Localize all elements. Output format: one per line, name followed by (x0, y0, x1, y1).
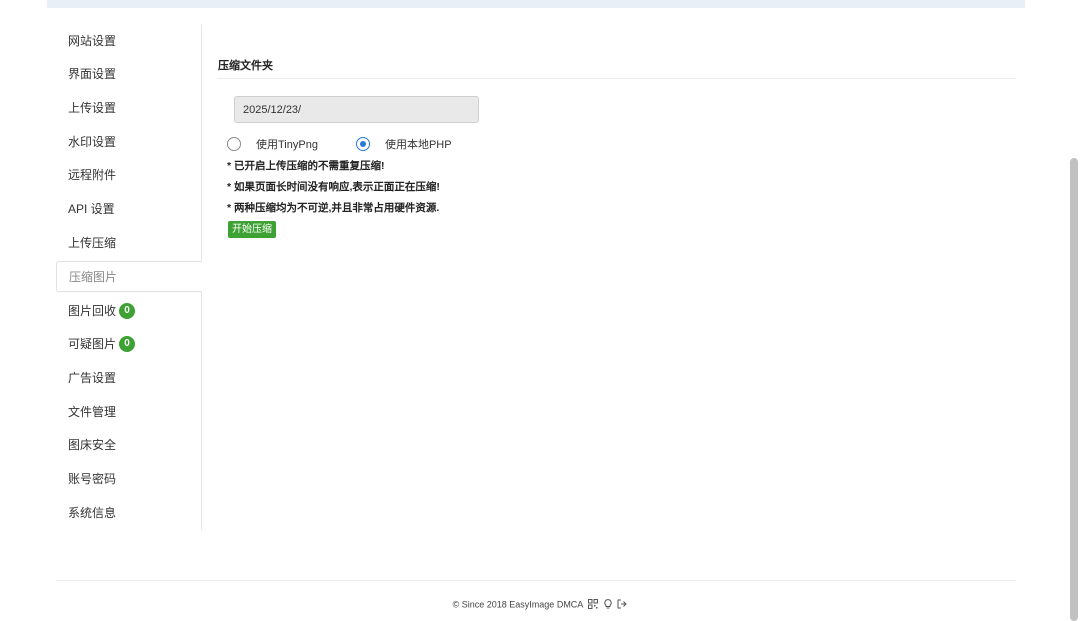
suspicious-count-badge: 0 (119, 335, 136, 352)
page-scrollbar[interactable] (1070, 158, 1078, 621)
compress-folder-input[interactable] (234, 96, 479, 123)
qrcode-icon[interactable] (588, 599, 599, 611)
local-php-radio-label: 使用本地PHP (384, 139, 452, 151)
start-compress-button[interactable]: 开始压缩 (228, 221, 276, 238)
local-php-radio[interactable] (355, 137, 370, 151)
footer: © Since 2018 EasyImage DMCA (0, 599, 1080, 611)
sidebar-item-ui-settings[interactable]: 界面设置 (56, 58, 202, 89)
compress-method-options: 使用TinyPng 使用本地PHP (227, 136, 452, 152)
sidebar-item-remote-attachments[interactable]: 远程附件 (56, 159, 202, 190)
panel-divider (217, 78, 1016, 79)
sidebar-item-upload-settings[interactable]: 上传设置 (56, 92, 202, 123)
sidebar-item-file-management[interactable]: 文件管理 (56, 396, 202, 427)
tinypng-radio[interactable] (227, 137, 241, 151)
sidebar-item-image-security[interactable]: 图床安全 (56, 429, 202, 460)
sidebar-item-image-recycle[interactable]: 图片回收 0 (56, 295, 202, 326)
sidebar-item-ad-settings[interactable]: 广告设置 (56, 362, 202, 393)
top-banner (47, 0, 1025, 8)
panel-title: 压缩文件夹 (218, 60, 273, 72)
sidebar-item-compress-images[interactable]: 压缩图片 (56, 261, 202, 292)
footer-divider (56, 580, 1016, 581)
footer-text: © Since 2018 EasyImage DMCA (452, 599, 583, 610)
sidebar-item-system-info[interactable]: 系统信息 (56, 497, 202, 528)
tinypng-radio-label: 使用TinyPng (256, 139, 318, 151)
note-no-recompress: * 已开启上传压缩的不需重复压缩! (227, 160, 385, 172)
sidebar-item-upload-compression[interactable]: 上传压缩 (56, 227, 202, 258)
logout-icon[interactable] (617, 599, 628, 611)
note-compressing-wait: * 如果页面长时间没有响应,表示正面正在压缩! (227, 181, 440, 193)
sidebar-item-api-settings[interactable]: API 设置 (56, 193, 202, 224)
settings-sidebar: 网站设置 界面设置 上传设置 水印设置 远程附件 API 设置 上传压缩 压缩图… (56, 25, 202, 530)
note-irreversible: * 两种压缩均为不可逆,并且非常占用硬件资源. (227, 202, 440, 214)
sidebar-item-account-password[interactable]: 账号密码 (56, 463, 202, 494)
sidebar-item-site-settings[interactable]: 网站设置 (56, 25, 202, 56)
sidebar-item-suspicious-images[interactable]: 可疑图片 0 (56, 328, 202, 359)
recycle-count-badge: 0 (119, 302, 136, 319)
sidebar-item-watermark-settings[interactable]: 水印设置 (56, 126, 202, 157)
lightbulb-icon[interactable] (604, 599, 612, 611)
